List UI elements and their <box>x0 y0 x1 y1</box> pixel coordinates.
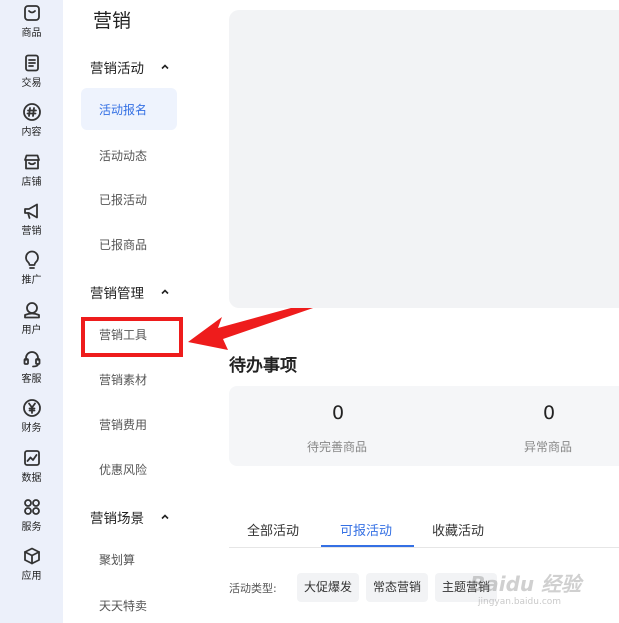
sidebar-item-daily-deals[interactable]: 天天特卖 <box>99 597 147 614</box>
tabs-divider <box>229 547 619 548</box>
todo-title: 待办事项 <box>229 356 297 376</box>
rail-item-data[interactable]: 数据 <box>0 448 63 496</box>
filter-chip[interactable]: 大促爆发 <box>297 573 360 602</box>
rail-label: 交易 <box>21 78 42 89</box>
sidebar-item-juhuasuan[interactable]: 聚划算 <box>99 551 135 568</box>
tab-all-activities[interactable]: 全部活动 <box>247 520 299 539</box>
sidebar-item-reported-products[interactable]: 已报商品 <box>99 236 147 253</box>
rail-item-finance[interactable]: 财务 <box>0 398 63 446</box>
watermark-url: jingyan.baidu.com <box>478 597 562 607</box>
chart-icon <box>23 450 40 466</box>
sidebar-group-marketing-activities[interactable]: 营销活动 <box>90 57 170 77</box>
rail-label: 财务 <box>21 423 42 434</box>
user-icon <box>23 302 40 319</box>
apps-icon <box>23 499 40 515</box>
banner-placeholder <box>229 10 619 308</box>
sidebar-group-marketing-scenes[interactable]: 营销场景 <box>90 507 170 527</box>
chevron-up-icon <box>161 289 169 295</box>
store-icon <box>23 154 40 170</box>
todo-value[interactable]: 0 <box>543 402 555 424</box>
rail-label: 店铺 <box>21 177 42 188</box>
rail-item-user[interactable]: 用户 <box>0 300 63 348</box>
rail-label: 客服 <box>21 374 42 385</box>
active-tab-indicator <box>321 545 414 547</box>
rail-item-content[interactable]: 内容 <box>0 102 63 150</box>
todo-label: 待完善商品 <box>307 440 368 454</box>
sidebar-item-discount-risk[interactable]: 优惠风险 <box>99 461 147 478</box>
sidebar-group-label: 营销活动 <box>90 61 144 77</box>
rail-label: 推广 <box>21 275 42 286</box>
rail-label: 数据 <box>21 473 42 484</box>
rail-item-apps[interactable]: 应用 <box>0 546 63 594</box>
todo-value[interactable]: 0 <box>332 402 344 424</box>
sidebar-group-marketing-management[interactable]: 营销管理 <box>90 282 170 302</box>
rail-item-store[interactable]: 店铺 <box>0 152 63 200</box>
sidebar-item-activity-news[interactable]: 活动动态 <box>99 147 147 164</box>
cube-icon <box>23 547 40 565</box>
trade-icon <box>24 54 39 72</box>
todo-label: 异常商品 <box>524 440 573 454</box>
watermark-logo: Baidu 经验 <box>470 572 582 596</box>
filter-label: 活动类型: <box>229 582 277 595</box>
rail-label: 商品 <box>21 28 42 39</box>
content-icon <box>22 103 41 121</box>
rail-item-marketing[interactable]: 营销 <box>0 201 63 249</box>
rail-label: 应用 <box>21 571 42 582</box>
tab-available-activities[interactable]: 可报活动 <box>340 520 392 539</box>
rail-item-trade[interactable]: 交易 <box>0 53 63 101</box>
rail-item-promotion[interactable]: 推广 <box>0 250 63 298</box>
rail-item-service[interactable]: 客服 <box>0 349 63 397</box>
sidebar-item-marketing-materials[interactable]: 营销素材 <box>99 371 147 388</box>
yen-icon <box>22 399 41 417</box>
sidebar-item-reported-activities[interactable]: 已报活动 <box>99 191 147 208</box>
sidebar-group-label: 营销场景 <box>90 511 144 527</box>
headset-icon <box>23 351 40 368</box>
tab-favorite-activities[interactable]: 收藏活动 <box>432 520 484 539</box>
sidebar-group-label: 营销管理 <box>90 286 144 302</box>
filter-chip[interactable]: 常态营销 <box>366 573 429 602</box>
product-icon <box>23 5 40 21</box>
rail-label: 用户 <box>21 325 42 336</box>
chevron-up-icon <box>161 514 169 520</box>
sidebar-item-activity-signup[interactable]: 活动报名 <box>99 101 147 118</box>
sidebar-title: 营销 <box>93 10 132 32</box>
megaphone-icon <box>23 203 38 219</box>
highlight-box <box>81 317 183 357</box>
bulb-icon <box>24 250 39 269</box>
rail-label: 营销 <box>21 226 42 237</box>
rail-label: 内容 <box>21 127 42 138</box>
rail-label: 服务 <box>21 522 42 533</box>
icon-rail: 商品 交易 内容 店铺 营销 推广 用户 客服 财务 数据 服务 应用 <box>0 0 63 623</box>
sidebar-item-marketing-costs[interactable]: 营销费用 <box>99 416 147 433</box>
chevron-up-icon <box>161 64 169 70</box>
rail-item-product[interactable]: 商品 <box>0 3 63 51</box>
rail-item-services[interactable]: 服务 <box>0 497 63 545</box>
